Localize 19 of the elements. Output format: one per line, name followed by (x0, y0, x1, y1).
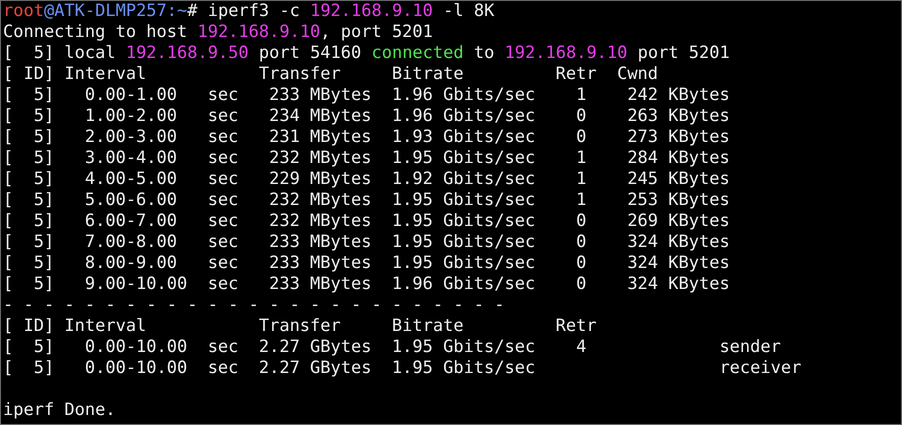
terminal-line: [ 5] 9.00-10.00 sec 233 MBytes 1.96 Gbits/sec 0 324 KBytes (3, 274, 730, 295)
terminal-line: [ 5] 4.00-5.00 sec 229 MBytes 1.92 Gbits/sec 1 245 KBytes (3, 169, 730, 190)
terminal-line: Connecting to host 192.168.9.10, port 5201 (3, 22, 433, 43)
terminal-line: [ 5] local 192.168.9.50 port 54160 connected to 192.168.9.10 port 5201 (3, 43, 730, 64)
terminal-line: [ 5] 5.00-6.00 sec 232 MBytes 1.95 Gbits/sec 1 253 KBytes (3, 190, 730, 211)
terminal-line: [ 5] 7.00-8.00 sec 233 MBytes 1.95 Gbits/sec 0 324 KBytes (3, 232, 730, 253)
terminal-line: [ 5] 2.00-3.00 sec 231 MBytes 1.93 Gbits/sec 0 273 KBytes (3, 127, 730, 148)
terminal-line: [ 5] 1.00-2.00 sec 234 MBytes 1.96 Gbits/sec 0 263 KBytes (3, 106, 730, 127)
terminal-line: [ 5] 0.00-1.00 sec 233 MBytes 1.96 Gbits/sec 1 242 KBytes (3, 85, 730, 106)
terminal-line: [ 5] 0.00-10.00 sec 2.27 GBytes 1.95 Gbits/sec receiver (3, 358, 802, 379)
terminal-line: root@ATK-DLMP257:~# iperf3 -c 192.168.9.10 -l 8K (3, 1, 494, 22)
terminal-line: [ 5] 3.00-4.00 sec 232 MBytes 1.95 Gbits/sec 1 284 KBytes (3, 148, 730, 169)
terminal-line: iperf Done. (3, 400, 116, 421)
terminal-line: - - - - - - - - - - - - - - - - - - - - - - - - - (3, 295, 505, 316)
terminal-line: [ 5] 8.00-9.00 sec 233 MBytes 1.95 Gbits/sec 0 324 KBytes (3, 253, 730, 274)
terminal-line: [ 5] 6.00-7.00 sec 232 MBytes 1.95 Gbits/sec 0 269 KBytes (3, 211, 730, 232)
terminal-line: [ ID] Interval Transfer Bitrate Retr (3, 316, 597, 337)
terminal-line: [ ID] Interval Transfer Bitrate Retr Cwnd (3, 64, 658, 85)
terminal-line: [ 5] 0.00-10.00 sec 2.27 GBytes 1.95 Gbits/sec 4 sender (3, 337, 781, 358)
